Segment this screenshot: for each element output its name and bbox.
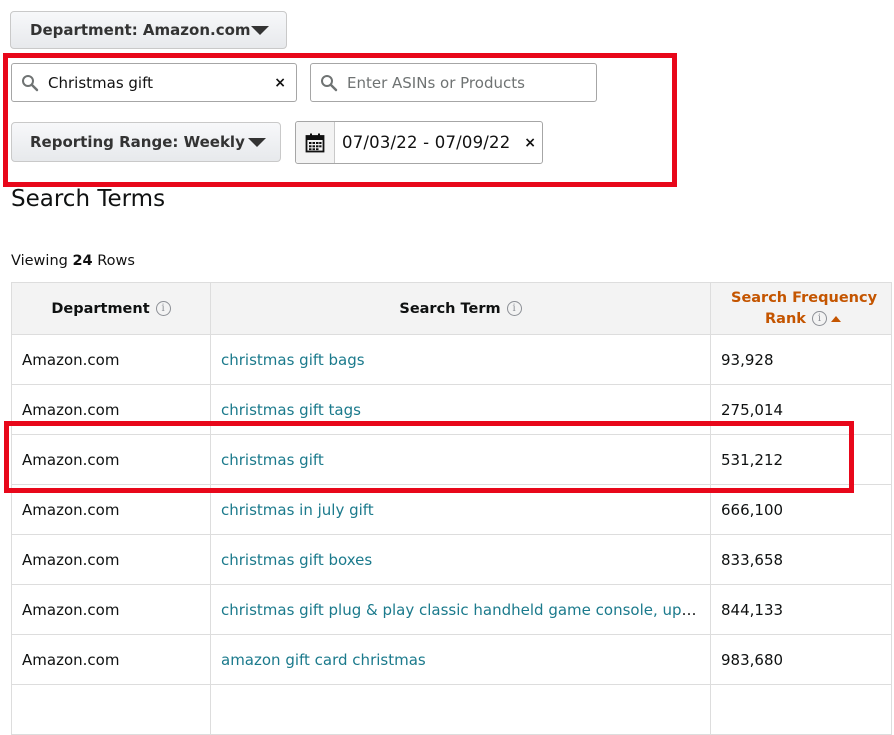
- table-row: Amazon.com amazon gift card christmas 98…: [11, 634, 892, 685]
- column-header-search-frequency-rank[interactable]: Search Frequency Rank i: [710, 282, 892, 335]
- row-count-label: Viewing 24 Rows: [11, 253, 135, 269]
- search-term-link[interactable]: amazon gift card christmas: [221, 651, 426, 669]
- asin-input[interactable]: Enter ASINs or Products: [310, 63, 597, 102]
- table-row: Amazon.com christmas gift plug & play cl…: [11, 584, 892, 635]
- table-row: Amazon.com christmas in july gift 666,10…: [11, 484, 892, 535]
- row-count-suffix: Rows: [92, 253, 135, 269]
- chevron-down-icon: [248, 137, 266, 147]
- rank-cell: 666,100: [710, 484, 892, 535]
- column-header-department[interactable]: Department i: [11, 282, 211, 335]
- search-term-link[interactable]: christmas gift bags: [221, 351, 365, 369]
- reporting-range-label: Reporting Range: Weekly: [30, 133, 245, 151]
- info-icon[interactable]: i: [506, 301, 522, 316]
- column-header-search-term[interactable]: Search Term i: [210, 282, 711, 335]
- search-input[interactable]: Christmas gift ×: [11, 63, 297, 102]
- row-count-prefix: Viewing: [11, 253, 73, 269]
- rank-cell: 531,212: [710, 434, 892, 485]
- chevron-down-icon: [250, 25, 269, 35]
- department-cell: Amazon.com: [11, 334, 211, 385]
- search-term-link[interactable]: christmas gift tags: [221, 401, 361, 419]
- table-row: Amazon.com christmas gift boxes 833,658: [11, 534, 892, 585]
- column-header-department-label: Department: [51, 300, 150, 317]
- asin-input-placeholder: Enter ASINs or Products: [347, 73, 525, 92]
- column-header-search-term-label: Search Term: [399, 300, 501, 317]
- rank-cell: [710, 684, 892, 735]
- search-terms-table: Department i Search Term i Search Frequenc…: [11, 282, 892, 735]
- info-icon[interactable]: i: [155, 301, 171, 316]
- rank-cell: 844,133: [710, 584, 892, 635]
- search-icon: [321, 74, 338, 91]
- search-term-link[interactable]: christmas gift plug & play classic handh…: [221, 601, 710, 619]
- department-cell: Amazon.com: [11, 434, 211, 485]
- calendar-button[interactable]: [296, 122, 335, 163]
- date-range-value: 07/03/22 - 07/09/22: [342, 133, 511, 152]
- department-cell: Amazon.com: [11, 384, 211, 435]
- rank-cell: 93,928: [710, 334, 892, 385]
- sort-ascending-icon: [830, 315, 841, 322]
- department-cell: Amazon.com: [11, 634, 211, 685]
- table-row: Amazon.com christmas gift tags 275,014: [11, 384, 892, 435]
- table-row: [11, 684, 892, 735]
- search-term-link[interactable]: christmas gift: [221, 451, 324, 469]
- department-dropdown[interactable]: Department: Amazon.com: [10, 11, 287, 49]
- department-dropdown-label: Department: Amazon.com: [30, 21, 251, 39]
- department-cell: Amazon.com: [11, 534, 211, 585]
- info-icon[interactable]: i: [811, 311, 827, 326]
- search-input-value: Christmas gift: [48, 73, 153, 92]
- search-term-link[interactable]: christmas gift boxes: [221, 551, 372, 569]
- table-header-row: Department i Search Term i Search Frequenc…: [11, 282, 892, 335]
- column-header-rank-line2: Rank: [765, 310, 806, 327]
- clear-search-icon[interactable]: ×: [274, 75, 286, 91]
- rank-cell: 833,658: [710, 534, 892, 585]
- department-cell: Amazon.com: [11, 484, 211, 535]
- calendar-icon: [305, 133, 325, 152]
- search-term-link[interactable]: christmas in july gift: [221, 501, 374, 519]
- rank-cell: 983,680: [710, 634, 892, 685]
- column-header-rank-line1: Search Frequency: [731, 289, 878, 306]
- row-count-value: 24: [72, 253, 93, 269]
- table-row: Amazon.com christmas gift bags 93,928: [11, 334, 892, 385]
- reporting-range-dropdown[interactable]: Reporting Range: Weekly: [11, 122, 281, 162]
- table-row: Amazon.com christmas gift 531,212: [11, 434, 892, 485]
- clear-date-icon[interactable]: ×: [524, 135, 542, 151]
- rank-cell: 275,014: [710, 384, 892, 435]
- page-title: Search Terms: [11, 186, 166, 212]
- search-icon: [22, 74, 39, 91]
- department-cell: [11, 684, 211, 735]
- department-cell: Amazon.com: [11, 584, 211, 635]
- date-range-picker[interactable]: 07/03/22 - 07/09/22 ×: [295, 121, 543, 164]
